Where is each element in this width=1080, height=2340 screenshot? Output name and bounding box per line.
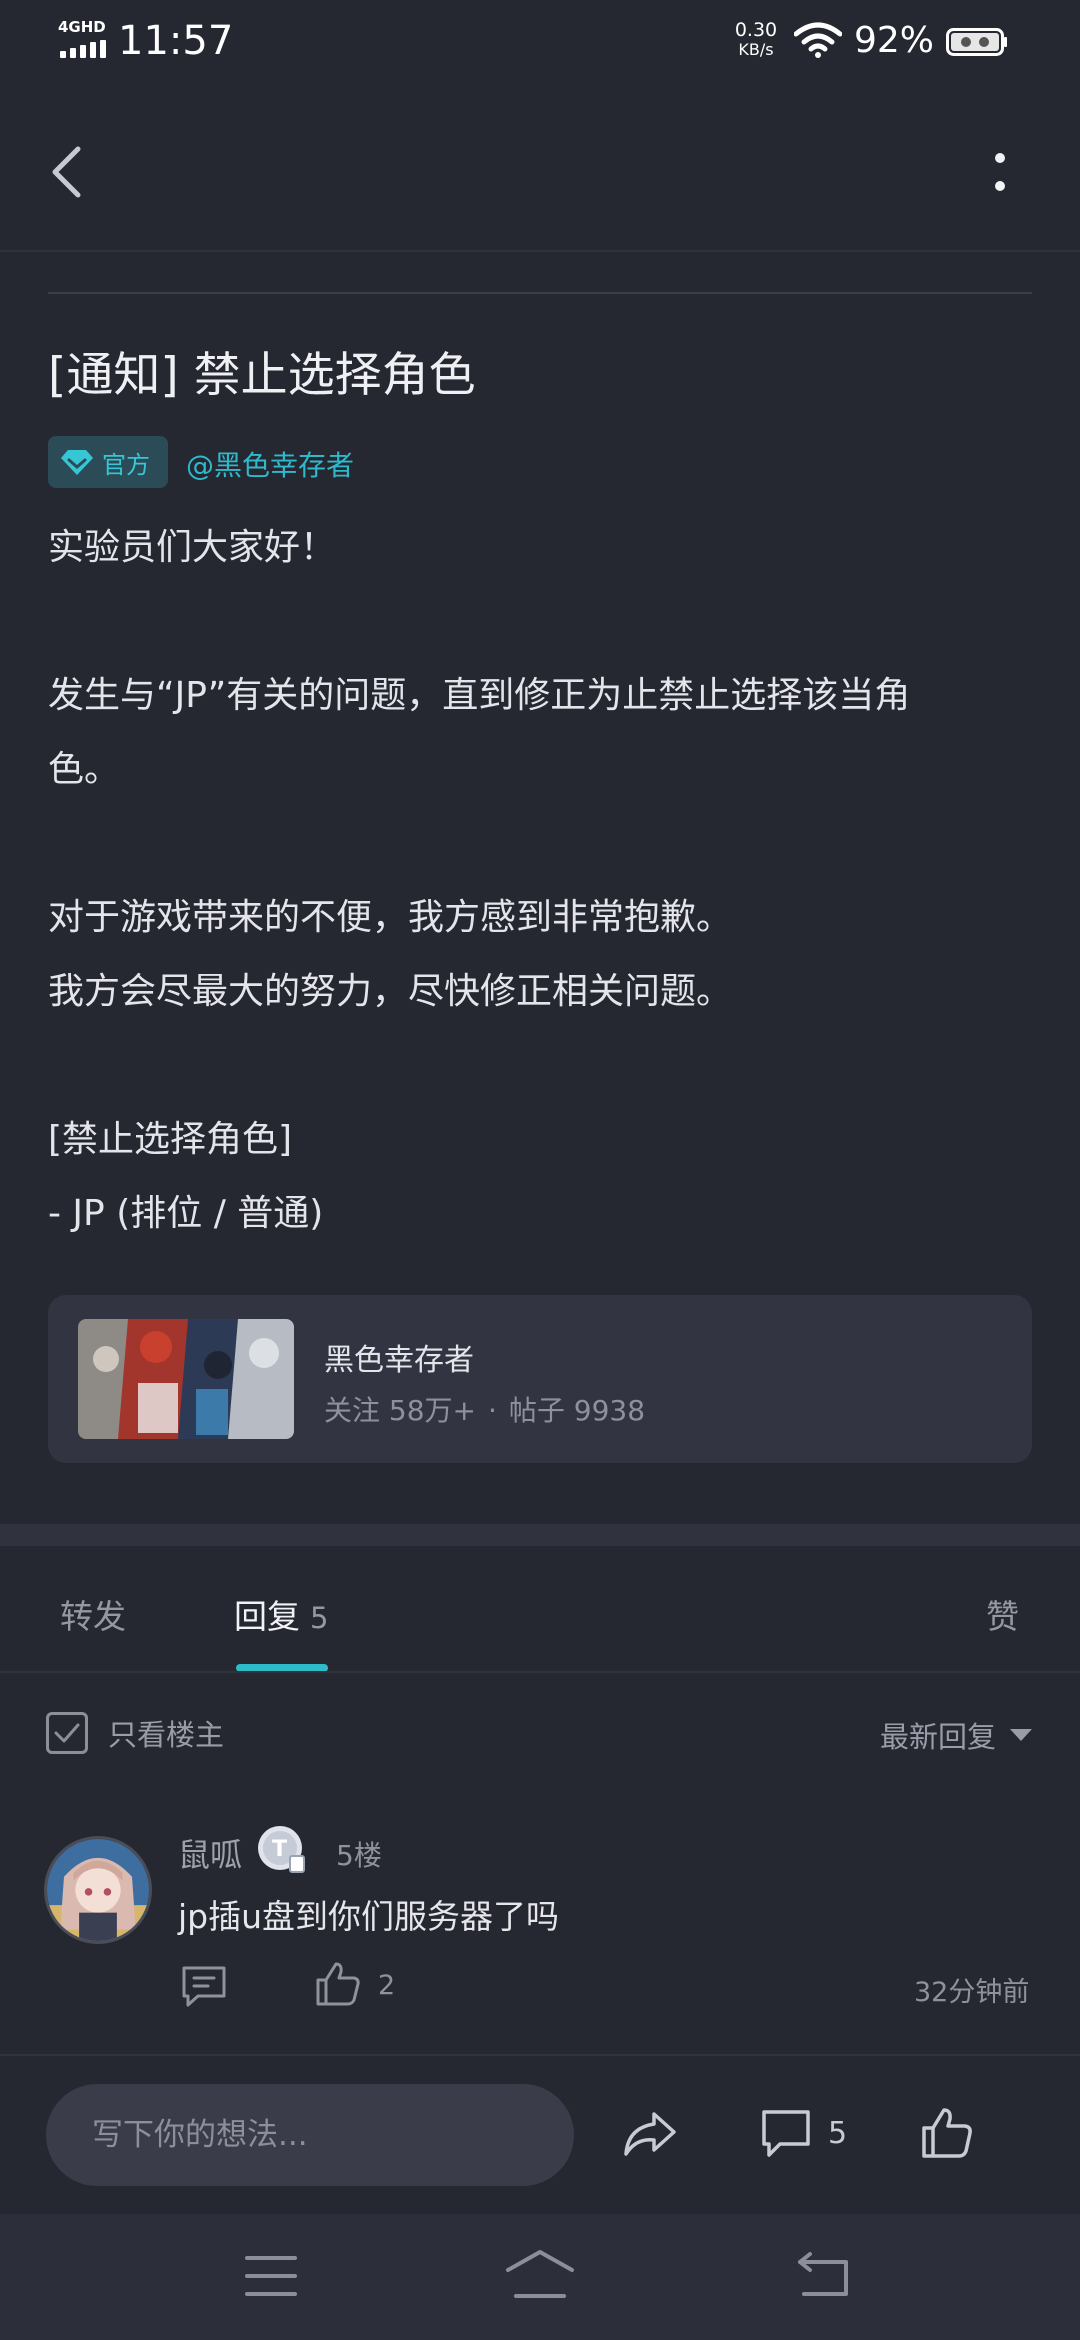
speed-unit: KB/s xyxy=(738,40,774,59)
only-op-toggle[interactable]: 只看楼主 xyxy=(46,1712,224,1754)
tab-forward[interactable]: 转发 xyxy=(60,1590,126,1638)
signal-icon: 4GHD xyxy=(58,18,110,60)
community-thumbnail xyxy=(78,1319,294,1439)
post-body-line: 对于游戏带来的不便，我方感到非常抱歉。 xyxy=(48,897,733,938)
diamond-icon xyxy=(61,450,93,475)
post-body-line: 实验员们大家好！ xyxy=(48,527,337,568)
tab-reply[interactable]: 回复 5 xyxy=(234,1590,328,1638)
commenter-name[interactable]: 鼠呱 xyxy=(178,1830,242,1876)
post-body-line: - JP (排位 / 普通) xyxy=(48,1193,324,1234)
tab-like[interactable]: 赞 xyxy=(986,1590,1019,1638)
wifi-icon xyxy=(794,22,842,58)
stats-separator: · xyxy=(488,1394,497,1427)
author-link[interactable]: @黑色幸存者 xyxy=(186,444,354,484)
community-name: 黑色幸存者 xyxy=(324,1343,474,1378)
community-card[interactable]: 黑色幸存者 关注 58万+ · 帖子 9938 xyxy=(48,1295,1032,1463)
sort-dropdown[interactable]: 最新回复 xyxy=(880,1714,1033,1756)
section-separator xyxy=(0,1524,1080,1546)
screen: 4GHD 11:57 0.30 KB/s 92% [通知] 禁止选择角色 官方 … xyxy=(0,0,1080,2340)
post-title: [通知] 禁止选择角色 xyxy=(48,348,476,403)
comment-input[interactable] xyxy=(92,2117,532,2153)
network-speed: 0.30 KB/s xyxy=(730,20,782,60)
status-bar: 4GHD 11:57 0.30 KB/s 92% xyxy=(0,0,1080,86)
level-badge-icon: T xyxy=(258,1826,305,1873)
system-navigation-bar xyxy=(0,2214,1080,2340)
divider xyxy=(48,292,1032,294)
floor-number: 5楼 xyxy=(336,1839,382,1872)
thumbs-up-icon[interactable] xyxy=(314,1960,362,2008)
more-options-button[interactable] xyxy=(978,140,1022,204)
back-icon xyxy=(52,146,81,198)
network-type: 4GHD xyxy=(58,18,106,36)
home-icon[interactable] xyxy=(504,2248,576,2300)
check-icon xyxy=(54,1723,80,1743)
more-icon xyxy=(995,153,1005,191)
only-op-label: 只看楼主 xyxy=(108,1718,225,1752)
divider xyxy=(0,2054,1080,2056)
sort-label: 最新回复 xyxy=(880,1720,997,1754)
post-body-line: 我方会尽最大的努力，尽快修正相关问题。 xyxy=(48,971,733,1012)
checkbox-icon[interactable] xyxy=(46,1712,88,1754)
chevron-down-icon xyxy=(1010,1729,1033,1741)
header-bar xyxy=(0,86,1080,252)
post-body-line: [禁止选择角色] xyxy=(48,1119,293,1160)
tab-reply-label: 回复 xyxy=(234,1597,300,1636)
comment-icon[interactable] xyxy=(760,2108,812,2160)
post-body-line: 色。 xyxy=(48,749,121,790)
posts-count: 帖子 9938 xyxy=(508,1394,646,1427)
battery-icon xyxy=(946,28,1007,56)
official-label: 官方 xyxy=(102,450,150,479)
comment-input-box[interactable] xyxy=(46,2084,574,2186)
official-badge: 官方 xyxy=(48,436,168,488)
back-button[interactable] xyxy=(38,140,94,204)
comment-text: jp插u盘到你们服务器了吗 xyxy=(178,1897,560,1936)
divider xyxy=(0,1671,1080,1673)
community-stats: 关注 58万+ · 帖子 9938 xyxy=(324,1389,645,1429)
reply-icon[interactable] xyxy=(180,1964,228,2008)
battery-percent: 92% xyxy=(854,20,935,61)
comment-like-count: 2 xyxy=(378,1970,396,2001)
svg-text:T: T xyxy=(272,1837,287,1862)
speed-value: 0.30 xyxy=(734,19,778,41)
menu-icon[interactable] xyxy=(244,2254,298,2298)
return-icon[interactable] xyxy=(796,2250,852,2298)
thumbs-up-icon[interactable] xyxy=(920,2106,974,2160)
tab-reply-count: 5 xyxy=(310,1601,329,1635)
avatar[interactable] xyxy=(44,1836,152,1944)
followers-count: 关注 58万+ xyxy=(324,1394,476,1427)
clock: 11:57 xyxy=(118,18,234,64)
comment-time: 32分钟前 xyxy=(914,1977,1030,2008)
share-icon[interactable] xyxy=(622,2108,678,2160)
post-body-line: 发生与“JP”有关的问题，直到修正为止禁止选择该当角 xyxy=(48,675,911,716)
comment-count: 5 xyxy=(828,2116,848,2151)
